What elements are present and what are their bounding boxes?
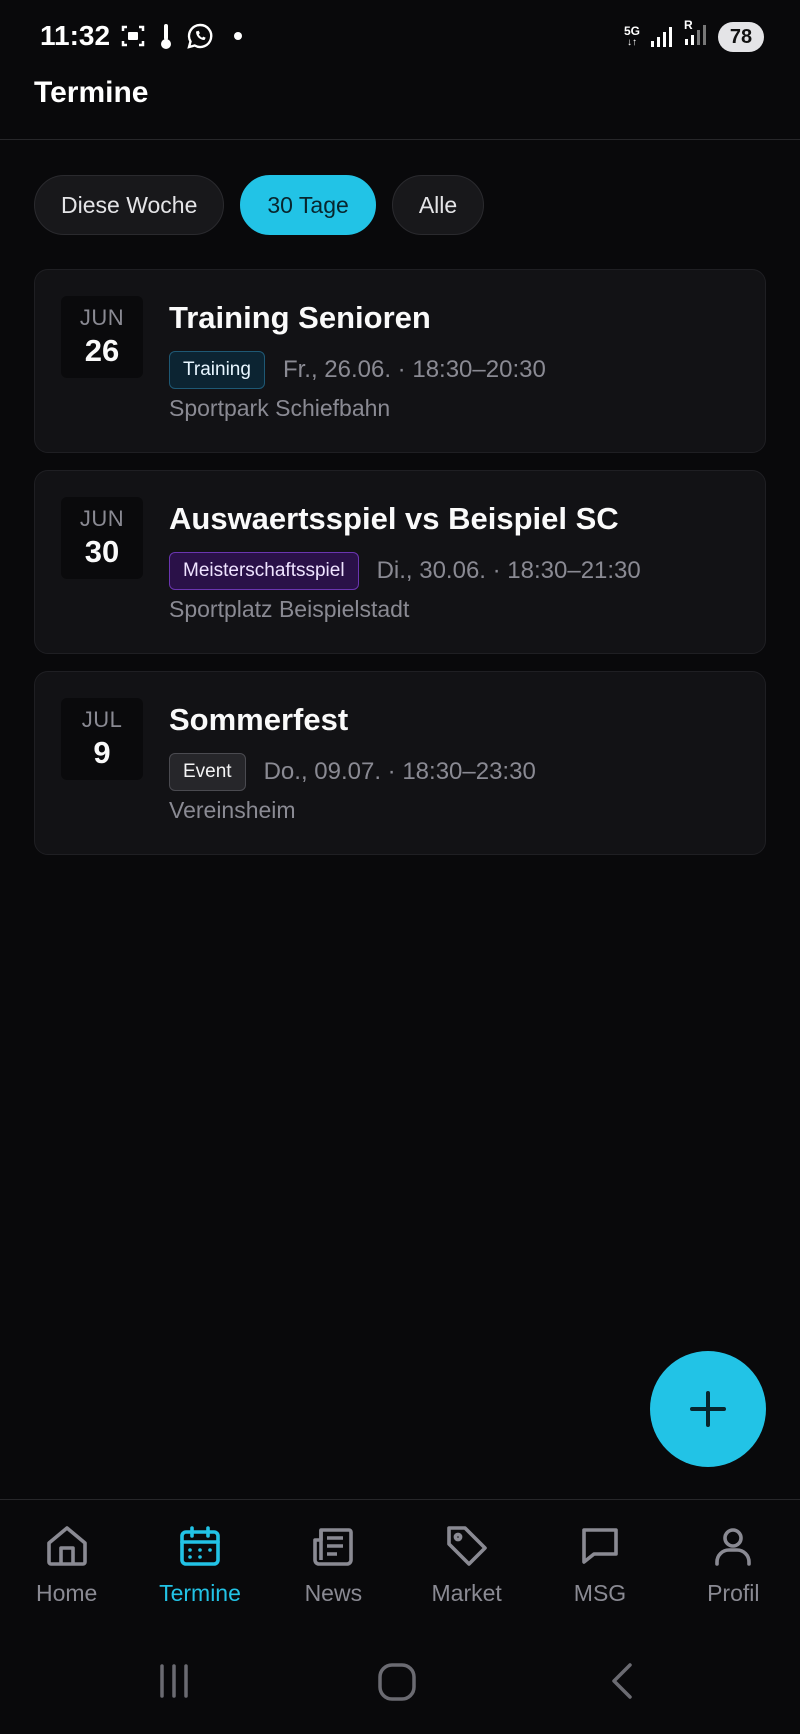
newspaper-icon (313, 1528, 354, 1566)
signal-icon (651, 27, 672, 47)
whatsapp-icon (187, 23, 213, 49)
event-day: 9 (93, 735, 111, 770)
page-title: Termine (34, 76, 149, 109)
event-location: Vereinsheim (169, 797, 296, 823)
filter-30-days[interactable]: 30 Tage (240, 175, 376, 235)
event-type-badge: Event (169, 753, 246, 791)
event-date-box: JUL 9 (61, 698, 143, 780)
calendar-icon (180, 1526, 220, 1566)
tag-icon (446, 1526, 487, 1566)
event-day: 26 (84, 333, 120, 368)
home-button-icon[interactable] (376, 1661, 418, 1703)
filter-all[interactable]: Alle (391, 175, 485, 235)
event-location: Sportplatz Beispielstadt (169, 596, 410, 622)
event-location: Sportpark Schiefbahn (169, 395, 391, 421)
event-meta: Event Do., 09.07. · 18:30–23:30 (169, 753, 536, 791)
user-icon (715, 1528, 752, 1566)
event-date-box: JUN 30 (61, 497, 143, 579)
status-bar: 11:32 5G ↓↑ R 78 (0, 0, 800, 76)
event-datetime: Do., 09.07. · 18:30–23:30 (263, 758, 536, 785)
nav-msg[interactable]: MSG (533, 1500, 666, 1623)
event-datetime: Fr., 26.06. · 18:30–20:30 (282, 356, 546, 383)
nav-news-label: News (304, 1580, 363, 1606)
filter-this-week[interactable]: Diese Woche (34, 175, 225, 235)
event-type-badge: Training (169, 351, 265, 389)
event-title: Sommerfest (169, 702, 349, 737)
event-meta: Meisterschaftsspiel Di., 30.06. · 18:30–… (169, 552, 641, 590)
status-time: 11:32 (40, 20, 111, 51)
nav-termine[interactable]: Termine (133, 1500, 266, 1623)
event-datetime: Di., 30.06. · 18:30–21:30 (376, 557, 641, 584)
chat-icon (582, 1528, 618, 1564)
event-card[interactable]: JUN 30 Auswaertsspiel vs Beispiel SC Mei… (34, 470, 766, 654)
system-icons: 5G ↓↑ R 78 (623, 18, 764, 52)
event-month: JUL (81, 707, 123, 732)
event-title: Training Senioren (169, 300, 431, 335)
thermometer-icon (161, 24, 171, 49)
screenshot-icon (121, 25, 145, 47)
event-type-badge: Meisterschaftsspiel (169, 552, 359, 590)
network-type: 5G ↓↑ (623, 24, 640, 48)
nav-market-label: Market (431, 1580, 502, 1606)
notification-icons (120, 22, 242, 50)
battery-indicator: 78 (718, 22, 764, 52)
event-date-box: JUN 26 (61, 296, 143, 378)
nav-news[interactable]: News (267, 1500, 400, 1623)
nav-home-label: Home (35, 1580, 98, 1606)
add-event-button[interactable] (650, 1351, 766, 1467)
system-navigation-bar (0, 1623, 800, 1734)
event-list: JUN 26 Training Senioren Training Fr., 2… (34, 269, 766, 872)
recent-apps-icon[interactable] (154, 1661, 194, 1701)
event-card[interactable]: JUL 9 Sommerfest Event Do., 09.07. · 18:… (34, 671, 766, 855)
filter-chips: Diese Woche 30 Tage Alle (34, 175, 485, 235)
bottom-navigation: Home Termine News Market MSG Profil (0, 1499, 800, 1623)
nav-home[interactable]: Home (0, 1500, 133, 1623)
event-month: JUN (79, 506, 125, 531)
event-month: JUN (79, 305, 125, 330)
event-title: Auswaertsspiel vs Beispiel SC (169, 501, 619, 536)
nav-profil[interactable]: Profil (667, 1500, 800, 1623)
event-meta: Training Fr., 26.06. · 18:30–20:30 (169, 351, 546, 389)
nav-profil-label: Profil (707, 1580, 760, 1606)
event-day: 30 (84, 534, 120, 569)
back-icon[interactable] (602, 1661, 642, 1701)
nav-market[interactable]: Market (400, 1500, 533, 1623)
event-card[interactable]: JUN 26 Training Senioren Training Fr., 2… (34, 269, 766, 453)
nav-msg-label: MSG (573, 1580, 627, 1606)
home-icon (46, 1526, 87, 1566)
nav-termine-label: Termine (159, 1580, 241, 1606)
roaming-indicator: R (684, 17, 693, 32)
roaming-signal: R (684, 18, 708, 51)
plus-icon (690, 1391, 726, 1427)
more-notifications-dot (234, 32, 242, 40)
app-header: Termine (0, 76, 800, 140)
